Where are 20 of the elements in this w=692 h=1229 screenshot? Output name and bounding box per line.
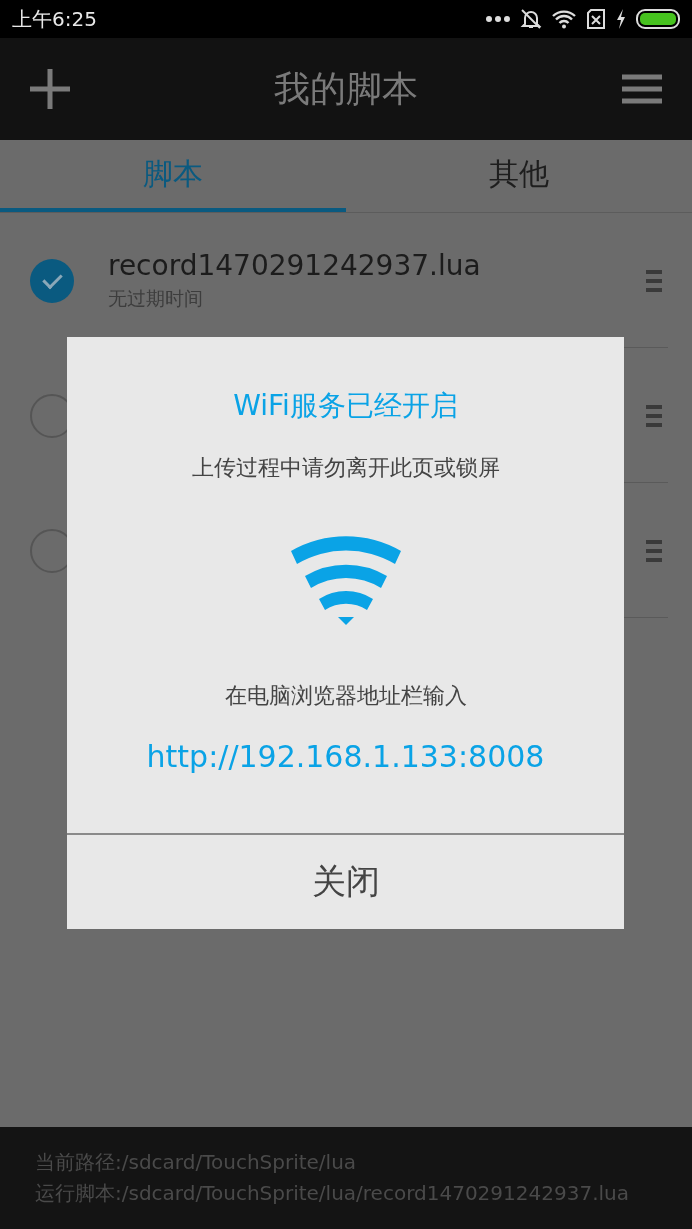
tab[interactable]: 其他 <box>346 140 692 212</box>
drag-handle-icon[interactable] <box>646 538 662 563</box>
status-time: 上午6:25 <box>12 5 97 33</box>
add-icon[interactable] <box>30 69 70 109</box>
muted-bell-icon <box>520 8 542 30</box>
server-url: http://192.168.1.133:8008 <box>146 739 545 774</box>
battery-icon <box>636 9 682 29</box>
no-sim-icon <box>586 9 606 29</box>
dialog-title: WiFi服务已经开启 <box>233 388 458 424</box>
menu-icon[interactable] <box>622 74 662 104</box>
drag-handle-icon[interactable] <box>646 268 662 293</box>
dialog-message: 上传过程中请勿离开此页或锁屏 <box>191 454 500 482</box>
charging-icon <box>616 9 626 29</box>
wifi-icon <box>552 9 576 29</box>
drag-handle-icon[interactable] <box>646 403 662 428</box>
app-title: 我的脚本 <box>274 66 418 111</box>
script-name: record1470291242937.lua <box>108 249 482 282</box>
more-icon <box>486 16 510 22</box>
dialog-instruction: 在电脑浏览器地址栏输入 <box>224 682 467 710</box>
checked-radio[interactable] <box>30 258 74 303</box>
